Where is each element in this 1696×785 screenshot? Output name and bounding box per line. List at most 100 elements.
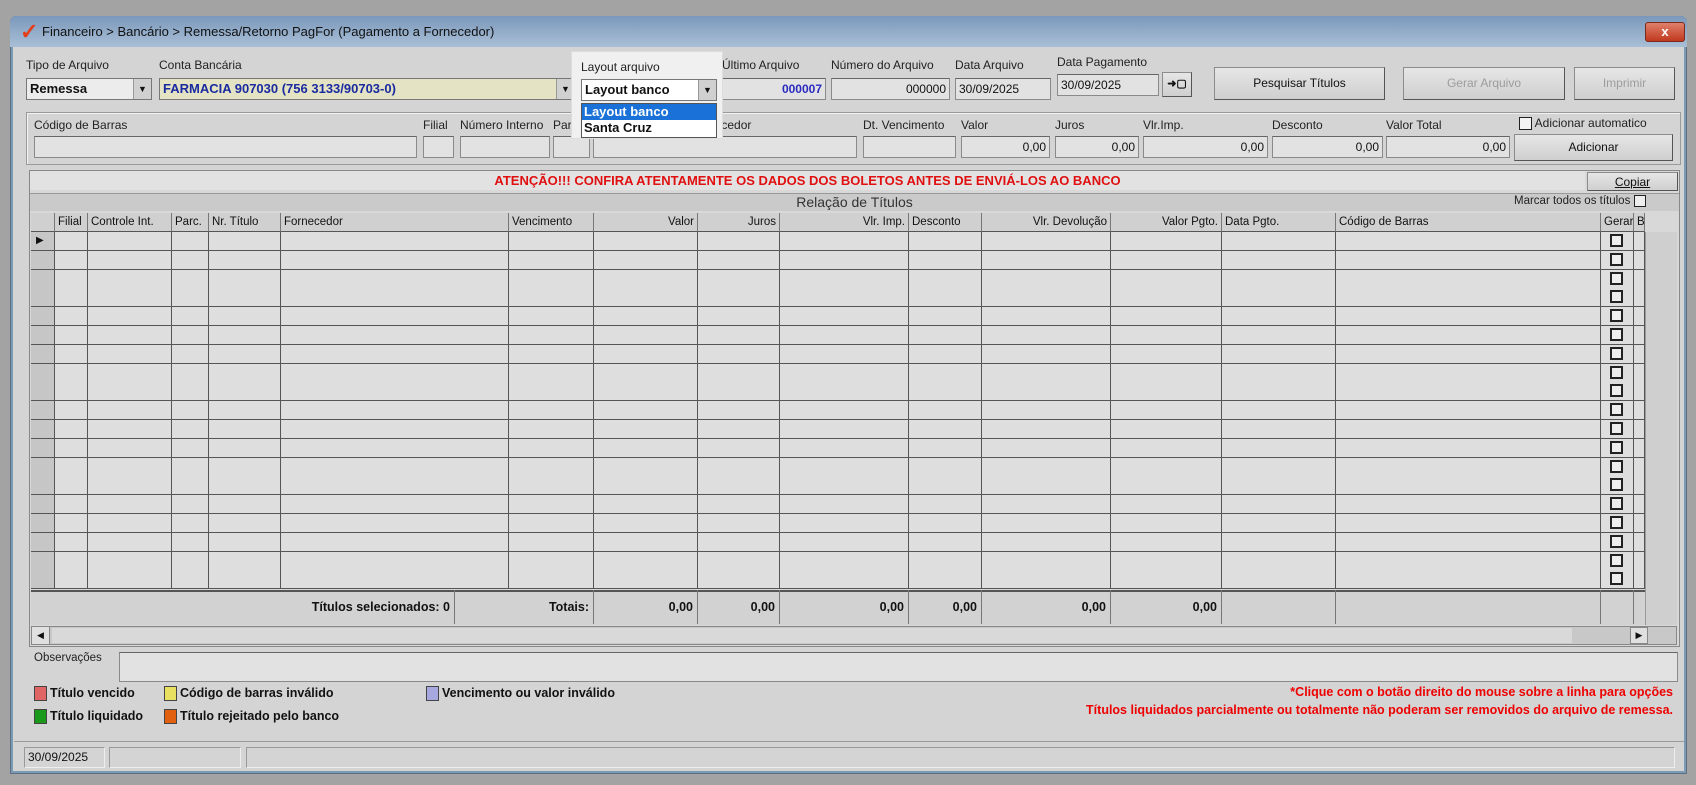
table-cell[interactable] bbox=[281, 551, 509, 571]
table-cell[interactable] bbox=[1601, 363, 1634, 383]
table-cell[interactable] bbox=[1634, 551, 1645, 571]
layout-option[interactable]: Layout banco bbox=[582, 104, 716, 120]
layout-option[interactable]: Santa Cruz bbox=[582, 120, 716, 136]
table-cell[interactable] bbox=[172, 420, 209, 439]
table-cell[interactable] bbox=[88, 532, 172, 552]
table-row[interactable] bbox=[31, 363, 1645, 383]
table-cell[interactable] bbox=[209, 288, 281, 308]
table-cell[interactable] bbox=[1336, 401, 1601, 421]
table-cell[interactable] bbox=[209, 532, 281, 552]
table-cell[interactable] bbox=[172, 344, 209, 364]
table-cell[interactable] bbox=[172, 401, 209, 421]
gerar-checkbox[interactable] bbox=[1610, 252, 1623, 266]
row-indicator[interactable] bbox=[31, 476, 55, 496]
table-cell[interactable] bbox=[281, 532, 509, 552]
table-cell[interactable] bbox=[780, 269, 909, 289]
table-cell[interactable] bbox=[594, 326, 698, 345]
table-cell[interactable] bbox=[88, 382, 172, 402]
row-indicator[interactable] bbox=[31, 288, 55, 308]
table-row[interactable]: ▶ bbox=[31, 232, 1645, 251]
table-cell[interactable] bbox=[209, 495, 281, 515]
table-cell[interactable] bbox=[281, 269, 509, 289]
table-cell[interactable] bbox=[982, 401, 1111, 421]
table-cell[interactable] bbox=[698, 382, 780, 402]
table-cell[interactable] bbox=[209, 326, 281, 345]
table-cell[interactable] bbox=[281, 438, 509, 458]
table-cell[interactable] bbox=[509, 382, 594, 402]
table-row[interactable] bbox=[31, 250, 1645, 270]
auto-add-checkbox[interactable]: Adicionar automatico bbox=[1519, 116, 1647, 131]
table-cell[interactable] bbox=[1634, 363, 1645, 383]
table-cell[interactable] bbox=[1634, 269, 1645, 289]
table-cell[interactable] bbox=[698, 570, 780, 590]
table-cell[interactable] bbox=[172, 232, 209, 251]
table-cell[interactable] bbox=[509, 307, 594, 327]
table-cell[interactable] bbox=[594, 476, 698, 496]
apply-date-button[interactable]: ➜▢ bbox=[1162, 72, 1192, 97]
row-indicator[interactable] bbox=[31, 551, 55, 571]
table-cell[interactable] bbox=[780, 363, 909, 383]
column-header[interactable]: Juros bbox=[698, 213, 780, 232]
table-cell[interactable] bbox=[1222, 382, 1336, 402]
table-cell[interactable] bbox=[1634, 344, 1645, 364]
data-arquivo-field[interactable]: 30/09/2025 bbox=[955, 78, 1051, 100]
table-cell[interactable] bbox=[88, 363, 172, 383]
table-cell[interactable] bbox=[698, 307, 780, 327]
table-cell[interactable] bbox=[1111, 420, 1222, 439]
table-cell[interactable] bbox=[281, 401, 509, 421]
row-indicator[interactable] bbox=[31, 269, 55, 289]
table-cell[interactable] bbox=[1336, 551, 1601, 571]
table-cell[interactable] bbox=[594, 570, 698, 590]
table-cell[interactable] bbox=[1336, 326, 1601, 345]
table-cell[interactable] bbox=[55, 438, 88, 458]
table-row[interactable] bbox=[31, 438, 1645, 458]
table-cell[interactable] bbox=[909, 514, 982, 533]
table-cell[interactable] bbox=[55, 457, 88, 477]
row-indicator[interactable] bbox=[31, 307, 55, 327]
table-cell[interactable] bbox=[172, 363, 209, 383]
numero-interno-field[interactable] bbox=[460, 136, 550, 158]
table-cell[interactable] bbox=[1111, 269, 1222, 289]
table-cell[interactable] bbox=[55, 401, 88, 421]
table-cell[interactable] bbox=[780, 401, 909, 421]
table-row[interactable] bbox=[31, 269, 1645, 289]
table-cell[interactable] bbox=[909, 269, 982, 289]
table-cell[interactable] bbox=[172, 269, 209, 289]
table-cell[interactable] bbox=[909, 344, 982, 364]
table-cell[interactable] bbox=[1222, 551, 1336, 571]
column-header[interactable]: Controle Int. bbox=[88, 213, 172, 232]
column-header[interactable]: Filial bbox=[55, 213, 88, 232]
table-cell[interactable] bbox=[594, 495, 698, 515]
table-cell[interactable] bbox=[982, 232, 1111, 251]
table-cell[interactable] bbox=[982, 326, 1111, 345]
table-cell[interactable] bbox=[1601, 495, 1634, 515]
table-cell[interactable] bbox=[1601, 570, 1634, 590]
table-cell[interactable] bbox=[982, 344, 1111, 364]
table-cell[interactable] bbox=[88, 344, 172, 364]
table-cell[interactable] bbox=[909, 476, 982, 496]
row-indicator[interactable] bbox=[31, 514, 55, 533]
gerar-checkbox[interactable] bbox=[1610, 440, 1623, 454]
table-cell[interactable] bbox=[1601, 288, 1634, 308]
table-cell[interactable] bbox=[281, 382, 509, 402]
juros-field[interactable]: 0,00 bbox=[1055, 136, 1139, 158]
table-cell[interactable] bbox=[909, 307, 982, 327]
gerar-checkbox[interactable] bbox=[1610, 553, 1623, 567]
table-cell[interactable] bbox=[909, 438, 982, 458]
table-cell[interactable] bbox=[55, 288, 88, 308]
table-cell[interactable] bbox=[909, 532, 982, 552]
table-cell[interactable] bbox=[88, 476, 172, 496]
table-cell[interactable] bbox=[209, 307, 281, 327]
table-cell[interactable] bbox=[281, 232, 509, 251]
table-cell[interactable] bbox=[780, 344, 909, 364]
table-cell[interactable] bbox=[1222, 532, 1336, 552]
table-cell[interactable] bbox=[88, 551, 172, 571]
table-cell[interactable] bbox=[55, 307, 88, 327]
table-cell[interactable] bbox=[1336, 288, 1601, 308]
table-cell[interactable] bbox=[594, 232, 698, 251]
table-cell[interactable] bbox=[509, 457, 594, 477]
table-cell[interactable] bbox=[55, 495, 88, 515]
table-cell[interactable] bbox=[780, 532, 909, 552]
horizontal-scrollbar[interactable]: ◀ ▶ bbox=[31, 626, 1677, 645]
gerar-checkbox[interactable] bbox=[1610, 234, 1623, 247]
